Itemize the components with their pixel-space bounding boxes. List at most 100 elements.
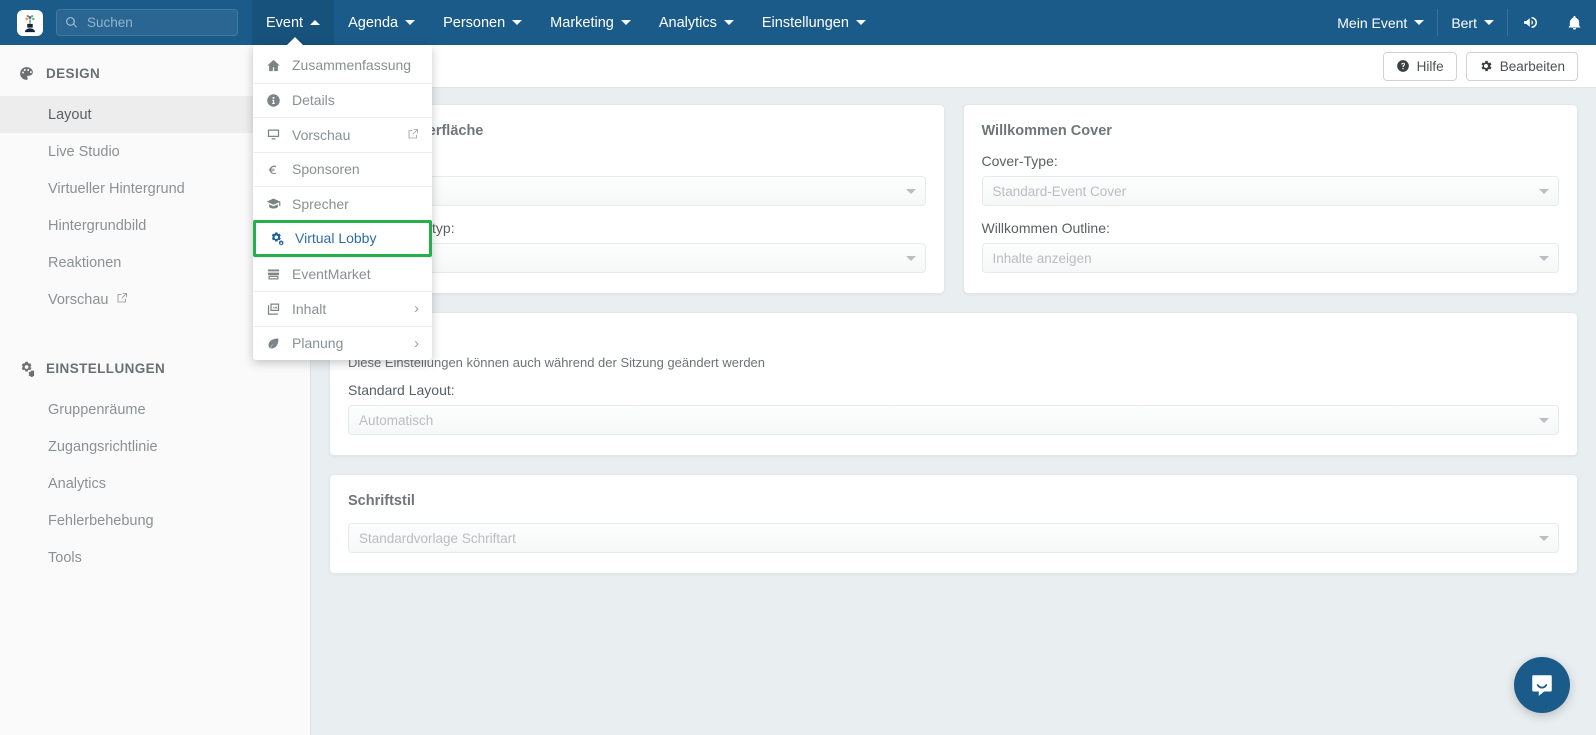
question-circle-icon <box>1396 60 1409 72</box>
sidebar-item-fehlerbehebung[interactable]: Fehlerbehebung <box>0 502 310 539</box>
chevron-down-icon <box>1484 20 1494 25</box>
label-standard-layout: Standard Layout: <box>348 382 455 398</box>
menu-item-inhalt[interactable]: Inhalt › <box>253 291 432 326</box>
notifications-button[interactable] <box>1552 0 1596 45</box>
nav-item-personen[interactable]: Personen <box>429 0 536 45</box>
app-root: Event Agenda Personen Marketing Analytic… <box>0 0 1596 735</box>
select-schriftart[interactable]: Standardvorlage Schriftart <box>348 523 1559 553</box>
nav-item-mein-event[interactable]: Mein Event <box>1324 0 1437 45</box>
nav-item-einstellungen-label: Einstellungen <box>761 14 849 31</box>
select-raum-layouttyp[interactable] <box>348 243 926 273</box>
select-cover-type[interactable]: Standard-Event Cover <box>981 176 1559 206</box>
chevron-down-icon <box>1414 20 1425 25</box>
megaphone-button[interactable] <box>1508 0 1552 45</box>
sidebar-item-zugangsrichtlinie[interactable]: Zugangsrichtlinie <box>0 428 310 465</box>
menu-item-details[interactable]: Details <box>253 82 432 118</box>
sidebar-item-analytics-label: Analytics <box>48 475 107 492</box>
external-link-icon <box>407 127 419 143</box>
menu-item-vorschau[interactable]: Vorschau <box>253 117 432 152</box>
menu-item-planung[interactable]: Planung › <box>253 325 432 361</box>
chevron-right-icon: › <box>414 300 419 318</box>
sidebar-item-vorschau-label: Vorschau <box>48 291 109 308</box>
select-layouttyp[interactable] <box>348 176 926 206</box>
sidebar-item-gruppenraeume[interactable]: Gruppenräume <box>0 391 310 428</box>
primary-nav: Event Agenda Personen Marketing Analytic… <box>252 0 880 45</box>
info-icon <box>266 93 288 108</box>
select-willkommen-outline[interactable]: Inhalte anzeigen <box>981 243 1559 273</box>
gear-icon <box>1481 60 1492 72</box>
chevron-down-icon <box>1539 189 1549 194</box>
chevron-down-icon <box>1539 536 1549 541</box>
help-button[interactable]: Hilfe <box>1382 51 1457 81</box>
sidebar-item-hintergrundbild-label: Hintergrundbild <box>48 217 147 234</box>
intercom-chat-launcher[interactable] <box>1514 657 1570 713</box>
card-raum-title: Raum <box>348 331 1559 347</box>
nav-item-analytics[interactable]: Analytics <box>645 0 748 45</box>
nav-item-agenda[interactable]: Agenda <box>334 0 429 45</box>
menu-item-sprecher[interactable]: Sprecher <box>253 186 432 221</box>
search-icon <box>66 17 77 28</box>
select-standard-layout[interactable]: Automatisch <box>348 405 1559 435</box>
secondary-nav: Mein Event Bert <box>1324 0 1596 45</box>
menu-item-vorschau-label: Vorschau <box>292 126 351 143</box>
bell-icon <box>1568 16 1580 30</box>
sidebar-item-zugangsrichtlinie-label: Zugangsrichtlinie <box>48 438 158 455</box>
euro-icon <box>266 162 288 177</box>
nav-item-user-menu[interactable]: Bert <box>1438 0 1507 45</box>
sidebar-item-analytics[interactable]: Analytics <box>0 465 310 502</box>
menu-item-eventmarket-label: EventMarket <box>292 266 371 283</box>
home-icon <box>266 58 288 73</box>
card-schriftstil: Schriftstil Standardvorlage Schriftart <box>329 474 1578 574</box>
select-schriftart-value: Standardvorlage Schriftart <box>359 530 516 546</box>
chevron-right-icon: › <box>414 334 419 352</box>
event-dropdown-menu: Zusammenfassung Details Vorschau Sponsor… <box>253 45 432 360</box>
chevron-down-icon <box>905 256 916 261</box>
menu-item-planung-label: Planung <box>292 335 344 352</box>
menu-item-zusammenfassung[interactable]: Zusammenfassung <box>253 48 432 83</box>
select-willkommen-outline-value: Inhalte anzeigen <box>992 250 1092 266</box>
menu-item-virtual-lobby[interactable]: Virtual Lobby <box>253 219 432 257</box>
chevron-down-icon <box>723 20 734 25</box>
search-box[interactable] <box>56 9 238 36</box>
menu-item-eventmarket[interactable]: EventMarket <box>253 256 432 292</box>
search-input[interactable] <box>85 14 225 31</box>
chevron-down-icon <box>620 20 631 25</box>
page-header-toolbar: Hilfe Bearbeiten <box>311 45 1596 88</box>
menu-item-sponsoren[interactable]: Sponsoren <box>253 151 432 187</box>
logo-glyph-icon <box>24 14 36 32</box>
chevron-down-icon <box>1539 418 1549 423</box>
company-logo[interactable] <box>17 9 43 36</box>
card-willkommen-cover-title: Willkommen Cover <box>981 123 1112 139</box>
nav-item-einstellungen[interactable]: Einstellungen <box>748 0 880 45</box>
menu-item-sponsoren-label: Sponsoren <box>292 161 360 178</box>
sidebar-item-tools-label: Tools <box>48 549 82 566</box>
sidebar-item-layout-label: Layout <box>48 106 92 123</box>
nav-item-analytics-label: Analytics <box>658 14 717 31</box>
sidebar-item-live-studio-label: Live Studio <box>48 143 120 160</box>
nav-item-event-label: Event <box>266 14 304 31</box>
megaphone-icon <box>1523 17 1537 28</box>
card-benutzeroberflaeche-title: Benutzeroberfläche <box>348 123 926 139</box>
menu-item-sprecher-label: Sprecher <box>292 195 349 212</box>
sidebar-item-tools[interactable]: Tools <box>0 539 310 576</box>
sidebar-item-gruppenraeume-label: Gruppenräume <box>48 401 146 418</box>
nav-item-user-label: Bert <box>1451 14 1477 31</box>
menu-item-virtual-lobby-label: Virtual Lobby <box>295 230 377 246</box>
sidebar-section-einstellungen-label: EINSTELLUNGEN <box>46 361 166 376</box>
monitor-icon <box>266 127 288 142</box>
nav-item-personen-label: Personen <box>443 14 506 31</box>
label-willkommen-outline: Willkommen Outline: <box>981 220 1110 236</box>
help-button-label: Hilfe <box>1416 58 1444 74</box>
label-layouttyp: Layouttyp: <box>348 153 926 169</box>
nav-item-agenda-label: Agenda <box>348 14 399 31</box>
edit-button[interactable]: Bearbeiten <box>1465 51 1578 81</box>
leaf-icon <box>266 336 288 351</box>
edit-button-label: Bearbeiten <box>1499 58 1565 74</box>
chevron-down-icon <box>855 20 866 25</box>
sidebar-section-design-label: DESIGN <box>46 66 101 81</box>
chat-bubble-icon <box>1532 675 1552 696</box>
nav-item-marketing[interactable]: Marketing <box>536 0 645 45</box>
menu-item-zusammenfassung-label: Zusammenfassung <box>292 57 412 74</box>
nav-item-marketing-label: Marketing <box>550 14 614 31</box>
chevron-up-icon <box>310 20 321 25</box>
